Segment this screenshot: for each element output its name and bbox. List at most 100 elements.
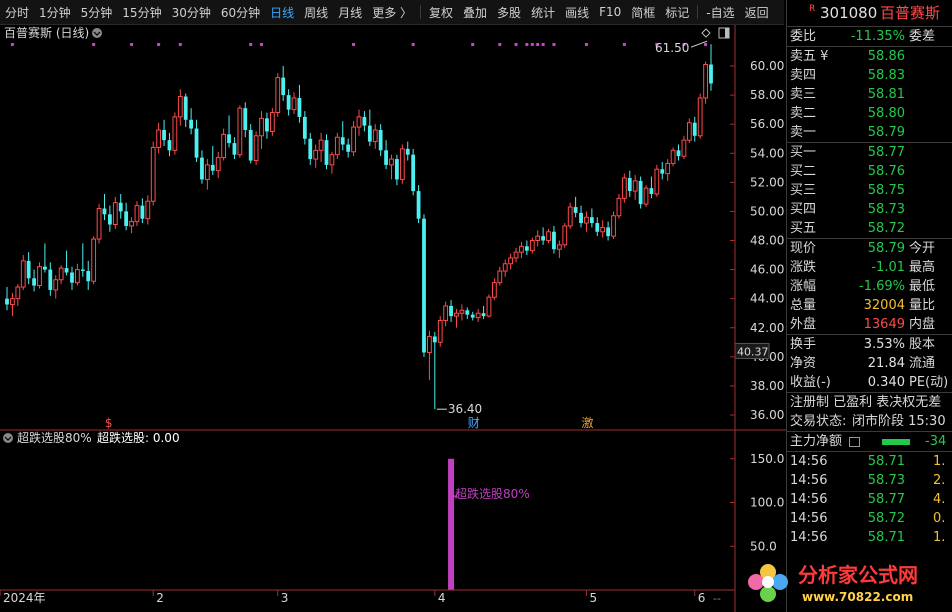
stock-code[interactable]: 301080	[820, 0, 877, 26]
candle-body	[177, 96, 183, 118]
candle-body	[20, 260, 26, 288]
buy-level-row: 买四 58.73	[790, 202, 905, 217]
candle-body	[351, 126, 356, 153]
candle-body	[308, 138, 313, 160]
candle-body	[681, 139, 687, 157]
candle-body	[221, 133, 227, 159]
candle-body	[395, 159, 399, 180]
main-flow-row[interactable]: 主力净额 -34	[787, 432, 952, 451]
candle-body	[584, 216, 589, 224]
candle-body	[80, 269, 85, 272]
buy-level-row: 买三 58.75	[790, 183, 905, 198]
candle-body	[475, 312, 481, 319]
candle-body	[150, 146, 156, 202]
candle-body	[53, 279, 59, 291]
candle-body	[556, 244, 562, 250]
candle-body	[43, 266, 47, 270]
candle-body	[454, 312, 459, 317]
indicator-settings-icon[interactable]	[3, 433, 13, 443]
candle-body	[589, 217, 594, 224]
signal-dot	[471, 43, 475, 46]
tick-row: 14:56 58.71 1.	[790, 454, 946, 469]
event-marker[interactable]: 激	[581, 416, 593, 430]
candle-body	[64, 268, 69, 273]
candle-body	[215, 157, 221, 172]
candle-body	[519, 245, 524, 253]
main-chart-title: 百普赛斯 (日线)	[4, 25, 89, 40]
candle-body	[595, 223, 600, 232]
candle-body	[340, 137, 345, 145]
candle-body	[372, 129, 378, 143]
signal-dot	[352, 43, 356, 46]
candle-body	[367, 125, 372, 142]
candle-body	[107, 214, 112, 225]
candle-body	[75, 269, 80, 284]
price-tick-label: 44.00	[750, 292, 784, 306]
time-tick-label: 2	[156, 591, 164, 605]
candle-body	[513, 251, 519, 259]
candle-body	[86, 271, 91, 282]
candle-body	[129, 221, 134, 227]
candle-body	[632, 180, 638, 192]
signal-dot	[552, 43, 556, 46]
candle-body	[621, 177, 627, 199]
price-tick-label: 52.00	[750, 175, 784, 189]
candle-body	[227, 134, 231, 144]
candle-body	[118, 202, 123, 212]
candle-body	[491, 282, 497, 298]
indicator-tick-label: 50.0	[750, 539, 777, 553]
signal-dot	[157, 43, 161, 46]
chart-area[interactable]: 百普赛斯 (日线) 36.0038.0040.0042.0044.0046.00…	[0, 0, 786, 612]
signal-dot	[260, 43, 264, 46]
candle-body	[465, 310, 470, 315]
candle-body	[302, 116, 307, 139]
candle-body	[437, 319, 443, 343]
stat-row: 现价 58.79 今开	[790, 241, 936, 256]
candle-body	[275, 77, 281, 114]
high-label: 61.50	[655, 41, 689, 55]
candle-body	[297, 97, 302, 117]
candle-body	[265, 118, 269, 132]
candle-body	[200, 157, 204, 180]
candle-body	[259, 117, 264, 137]
candle-body	[486, 296, 492, 317]
candle-body	[324, 140, 329, 165]
candle-body	[48, 269, 53, 290]
logo-url: www.70822.com	[802, 590, 913, 604]
signal-bar	[448, 458, 455, 590]
candle-body	[189, 119, 194, 129]
candle-body	[670, 149, 676, 164]
list-icon[interactable]	[849, 437, 860, 447]
candle-body	[96, 208, 102, 240]
candle-body	[140, 205, 145, 219]
time-tick-label: 3	[281, 591, 289, 605]
indicator-tick-label: 100.0	[750, 496, 784, 510]
tick-row: 14:56 58.77 4.	[790, 492, 946, 507]
price-tick-label: 58.00	[750, 88, 784, 102]
stat-row: 外盘 13649 内盘	[790, 317, 936, 332]
candle-body	[600, 226, 606, 233]
candle-body	[562, 225, 568, 246]
flow-bar	[882, 439, 910, 445]
candle-body	[579, 212, 583, 224]
candle-body	[5, 298, 9, 305]
candle-body	[427, 335, 432, 353]
candle-body	[194, 128, 199, 158]
settings-icon[interactable]	[92, 28, 102, 38]
event-marker[interactable]: 财	[468, 416, 480, 430]
price-tick-label: 60.00	[750, 59, 784, 73]
price-tick-label: 50.00	[750, 204, 784, 218]
candle-body	[145, 200, 151, 220]
candle-body	[606, 227, 611, 237]
price-tick-label: 56.00	[750, 117, 784, 131]
signal-dot	[411, 43, 415, 46]
event-marker[interactable]: $	[105, 416, 113, 430]
candle-body	[334, 136, 340, 156]
stock-name[interactable]: 百普赛斯	[880, 0, 940, 26]
sell-level-row: 卖三 58.81	[790, 87, 905, 102]
badge-icon: R	[809, 4, 816, 14]
candle-body	[529, 240, 535, 252]
candle-body	[378, 129, 383, 151]
price-tick-label: 42.00	[750, 321, 784, 335]
candle-body	[172, 116, 178, 151]
